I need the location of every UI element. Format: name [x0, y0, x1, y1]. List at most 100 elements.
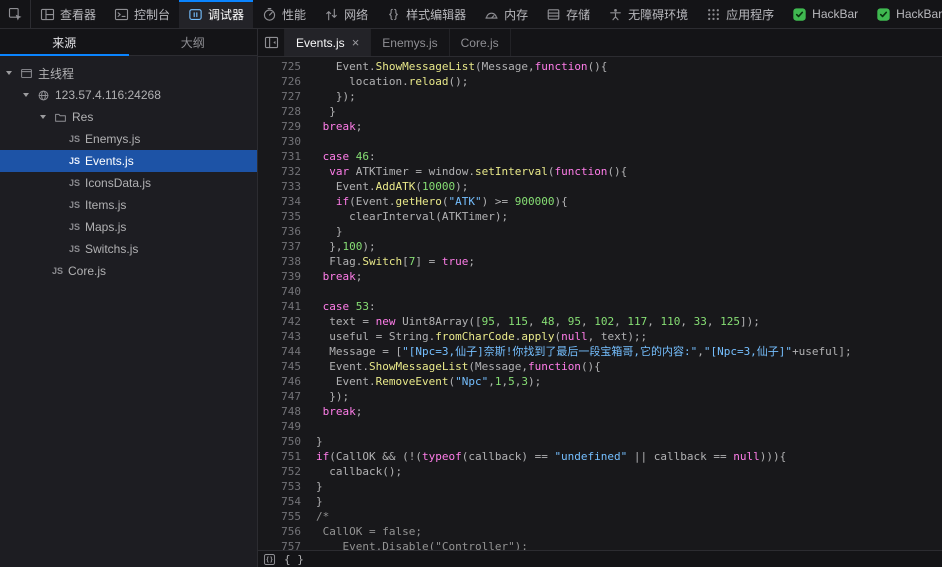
collapse-panes-button[interactable] [258, 29, 285, 56]
code-line-text[interactable]: }); [310, 389, 349, 404]
gutter-line-number[interactable]: 726 [258, 74, 310, 89]
gutter-line-number[interactable]: 727 [258, 89, 310, 104]
gutter-line-number[interactable]: 753 [258, 479, 310, 494]
code-line-text[interactable] [310, 284, 316, 299]
tree-item-enemys-js[interactable]: JS Enemys.js [0, 128, 257, 150]
tree-item-items-js[interactable]: JS Items.js [0, 194, 257, 216]
gutter-line-number[interactable]: 754 [258, 494, 310, 509]
code-line-text[interactable]: } [310, 434, 323, 449]
gutter-line-number[interactable]: 743 [258, 329, 310, 344]
gutter-line-number[interactable]: 748 [258, 404, 310, 419]
code-line-text[interactable]: break; [310, 119, 363, 134]
gutter-line-number[interactable]: 733 [258, 179, 310, 194]
tree-item-maps-js[interactable]: JS Maps.js [0, 216, 257, 238]
code-line-text[interactable]: var ATKTimer = window.setInterval(functi… [310, 164, 627, 179]
gutter-line-number[interactable]: 735 [258, 209, 310, 224]
code-line-text[interactable]: case 46: [310, 149, 376, 164]
gutter-line-number[interactable]: 755 [258, 509, 310, 524]
code-line-text[interactable]: Event.AddATK(10000); [310, 179, 469, 194]
gutter-line-number[interactable]: 742 [258, 314, 310, 329]
code-line-text[interactable]: useful = String.fromCharCode.apply(null,… [310, 329, 647, 344]
tool-tab-hackbar-2[interactable]: HackBar [867, 0, 942, 28]
code-line-text[interactable]: break; [310, 269, 363, 284]
pretty-print-button[interactable] [263, 553, 276, 566]
gutter-line-number[interactable]: 746 [258, 374, 310, 389]
code-line-text[interactable]: if(CallOK && (!(typeof(callback) == "und… [310, 449, 786, 464]
gutter-line-number[interactable]: 751 [258, 449, 310, 464]
chevron-down-icon[interactable] [40, 115, 46, 119]
code-line-text[interactable]: } [310, 494, 323, 509]
chevron-down-icon[interactable] [23, 93, 29, 97]
tool-tab-inspector[interactable]: 查看器 [31, 0, 105, 28]
tree-item-main-thread[interactable]: 主线程 [0, 62, 257, 84]
code-line-text[interactable]: if(Event.getHero("ATK") >= 900000){ [310, 194, 568, 209]
tree-item-events-js[interactable]: JS Events.js [0, 150, 257, 172]
code-line-text[interactable]: case 53: [310, 299, 376, 314]
code-line-text[interactable]: Event.ShowMessageList(Message,function()… [310, 59, 608, 74]
tool-tab-memory[interactable]: 内存 [475, 0, 537, 28]
sidebar-tab-outline[interactable]: 大纲 [129, 29, 258, 55]
gutter-line-number[interactable]: 731 [258, 149, 310, 164]
gutter-line-number[interactable]: 750 [258, 434, 310, 449]
tool-tab-network[interactable]: 网络 [315, 0, 377, 28]
code-line-text[interactable]: location.reload(); [310, 74, 468, 89]
gutter-line-number[interactable]: 747 [258, 389, 310, 404]
sidebar-tab-sources[interactable]: 来源 [0, 29, 129, 56]
tool-tab-console[interactable]: 控制台 [105, 0, 179, 28]
code-line-text[interactable]: Event.RemoveEvent("Npc",1,5,3); [310, 374, 541, 389]
tool-tab-performance[interactable]: 性能 [253, 0, 315, 28]
gutter-line-number[interactable]: 745 [258, 359, 310, 374]
gutter-line-number[interactable]: 757 [258, 539, 310, 550]
source-tab-events-js[interactable]: Events.js × [285, 29, 372, 56]
tree-item-iconsdata-js[interactable]: JS IconsData.js [0, 172, 257, 194]
source-tab-core-js[interactable]: Core.js [450, 29, 511, 56]
gutter-line-number[interactable]: 749 [258, 419, 310, 434]
tool-tab-storage[interactable]: 存储 [537, 0, 599, 28]
code-line-text[interactable]: Event.ShowMessageList(Message,function()… [310, 359, 601, 374]
tool-tab-hackbar[interactable]: HackBar [783, 0, 867, 28]
gutter-line-number[interactable]: 744 [258, 344, 310, 359]
tree-item-switchs-js[interactable]: JS Switchs.js [0, 238, 257, 260]
code-line-text[interactable]: } [310, 224, 343, 239]
code-line-text[interactable]: clearInterval(ATKTimer); [310, 209, 508, 224]
code-line-text[interactable]: Message = ["[Npc=3,仙子]奈斯!你找到了最后一段宝箱哥,它的内… [310, 344, 851, 359]
code-line-text[interactable]: } [310, 479, 323, 494]
gutter-line-number[interactable]: 737 [258, 239, 310, 254]
chevron-down-icon[interactable] [6, 71, 12, 75]
code-line-text[interactable]: } [310, 104, 336, 119]
gutter-line-number[interactable]: 728 [258, 104, 310, 119]
code-line-text[interactable]: CallOK = false; [310, 524, 422, 539]
tree-item-host-123-57-4-116[interactable]: 123.57.4.116:24268 [0, 84, 257, 106]
tool-tab-accessibility[interactable]: 无障碍环境 [599, 0, 697, 28]
tool-tab-debugger[interactable]: 调试器 [179, 0, 254, 28]
code-line-text[interactable]: /* [310, 509, 329, 524]
gutter-line-number[interactable]: 739 [258, 269, 310, 284]
code-line-text[interactable]: text = new Uint8Array([95, 115, 48, 95, … [310, 314, 760, 329]
gutter-line-number[interactable]: 729 [258, 119, 310, 134]
gutter-line-number[interactable]: 736 [258, 224, 310, 239]
node-picker-button[interactable] [0, 0, 31, 28]
code-line-text[interactable]: callback(); [310, 464, 402, 479]
source-tab-enemys-js[interactable]: Enemys.js [371, 29, 450, 56]
gutter-line-number[interactable]: 752 [258, 464, 310, 479]
code-line-text[interactable]: },100); [310, 239, 375, 254]
close-icon[interactable]: × [352, 36, 360, 49]
gutter-line-number[interactable]: 725 [258, 59, 310, 74]
tree-item-res-folder[interactable]: Res [0, 106, 257, 128]
tree-item-core-js[interactable]: JS Core.js [0, 260, 257, 282]
gutter-line-number[interactable]: 740 [258, 284, 310, 299]
gutter-line-number[interactable]: 756 [258, 524, 310, 539]
gutter-line-number[interactable]: 732 [258, 164, 310, 179]
code-line-text[interactable] [310, 419, 316, 434]
code-line-text[interactable]: break; [310, 404, 363, 419]
tool-tab-style-editor[interactable]: 样式编辑器 [377, 0, 475, 28]
gutter-line-number[interactable]: 734 [258, 194, 310, 209]
code-line-text[interactable]: Event.Disable("Controller"); [310, 539, 528, 550]
gutter-line-number[interactable]: 730 [258, 134, 310, 149]
tool-tab-application[interactable]: 应用程序 [697, 0, 783, 28]
gutter-line-number[interactable]: 738 [258, 254, 310, 269]
code-line-text[interactable]: }); [310, 89, 356, 104]
code-line-text[interactable] [310, 134, 316, 149]
code-line-text[interactable]: Flag.Switch[7] = true; [310, 254, 475, 269]
gutter-line-number[interactable]: 741 [258, 299, 310, 314]
